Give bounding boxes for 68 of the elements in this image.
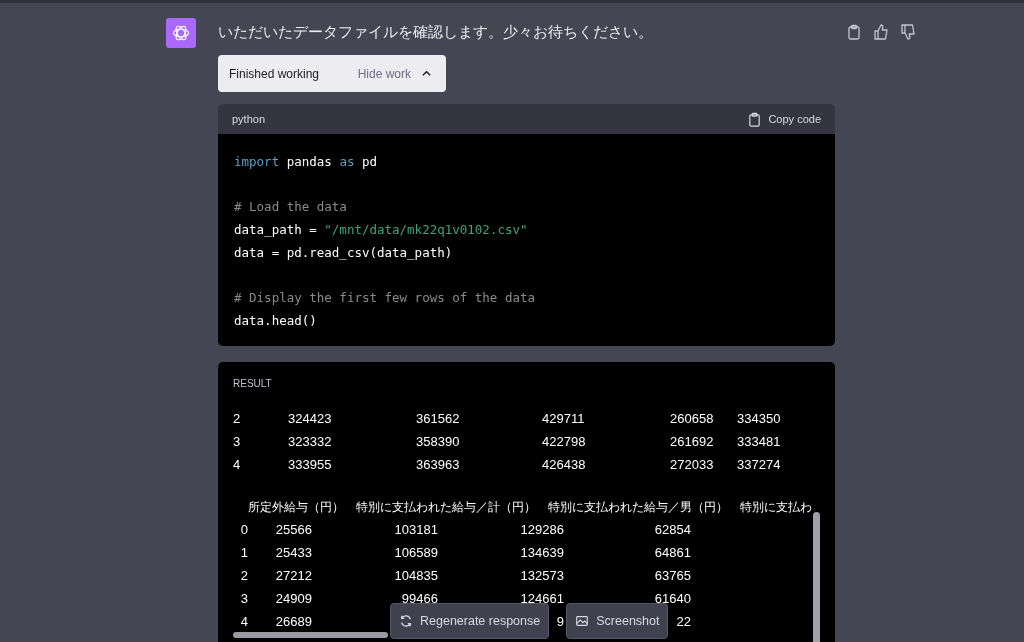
table-cell: 103181 [394,522,438,537]
table-cell-text: 429711 [542,411,586,426]
table-cell-text: 361562 [416,411,461,426]
column-header: 特別に支払わ [740,498,812,516]
table-cell-text: 2 [233,411,242,426]
table-cell-text: 272033 [670,457,715,472]
code-line: import pandas as pd [234,153,377,171]
table-cell-text: 426438 [542,457,587,472]
table-cell: 22 [676,614,691,629]
table-cell-text: 422798 [542,434,587,449]
table-cell: 62854 [654,522,691,537]
result-label: RESULT [233,377,273,391]
table-cell: 1 [240,545,248,560]
table-cell: 25566 [275,522,312,537]
table-cell: 129286 [520,522,564,537]
column-header: 特別に支払われた給与／計（円） [356,498,536,516]
thumbs-up-icon[interactable] [873,24,889,40]
code-line: # Display the first few rows of the data [234,289,536,307]
table-cell-text: 363963 [416,457,461,472]
code-line: # Load the data [234,198,347,216]
clipboard-icon [747,111,763,127]
table-cell-text: 323332 [288,434,333,449]
table-cell-text: 261692 [670,434,715,449]
table-cell: 26689 [275,614,312,629]
code-line: data_path = "/mnt/data/mk22q1v0102.csv" [234,221,528,239]
table-cell: 3 [240,591,248,606]
table-cell-text: 324423 [288,411,333,426]
table-cell: 64861 [654,545,691,560]
table-cell: 99466 [401,591,438,606]
table-cell: 9 [556,614,564,629]
table-cell: 106589 [394,545,438,560]
table-cell: 61640 [654,591,691,606]
table-cell: 4 [240,614,248,629]
table-cell: 132573 [520,568,564,583]
table-cell-text: 333481 [737,434,782,449]
table-cell-text: 337274 [737,457,782,472]
vertical-scrollbar[interactable] [813,512,820,642]
image-icon [575,614,590,628]
clipboard-icon[interactable] [846,24,862,40]
table-cell-text: 334350 [737,411,782,426]
thumbs-down-icon[interactable] [900,24,916,40]
table-cell-text: 3 [233,434,242,449]
language-label: python [232,113,266,125]
column-header: 特別に支払われた給与／男（円） [548,498,728,516]
table-cell-text: 333955 [288,457,333,472]
table-cell: 63765 [654,568,691,583]
regenerate-button[interactable]: Regenerate response [390,603,550,639]
column-header: 所定外給与（円） [248,498,344,516]
horizontal-scrollbar[interactable] [233,632,388,638]
table-cell: 2 [240,568,248,583]
table-cell-text: 358390 [416,434,461,449]
code-line: data.head() [234,312,317,330]
copy-code-button[interactable]: Copy code [747,111,821,127]
message-text: いただいたデータファイルを確認します。少々お待ちください。 [218,22,653,42]
table-cell: 124661 [520,591,564,606]
table-cell: 104835 [394,568,438,583]
table-cell: 24909 [275,591,312,606]
table-cell: 25433 [275,545,312,560]
table-cell: 0 [240,522,248,537]
table-cell-text: 4 [233,457,242,472]
table-cell-text: 260658 [670,411,715,426]
code-line: data = pd.read_csv(data_path) [234,244,453,262]
hide-work-button[interactable]: Hide work [357,66,432,81]
table-cell: 134639 [520,545,564,560]
table-cell: 27212 [275,568,312,583]
screenshot-button[interactable]: Screenshot [566,603,669,639]
work-status: Finished working [229,66,320,81]
refresh-icon [399,614,413,628]
